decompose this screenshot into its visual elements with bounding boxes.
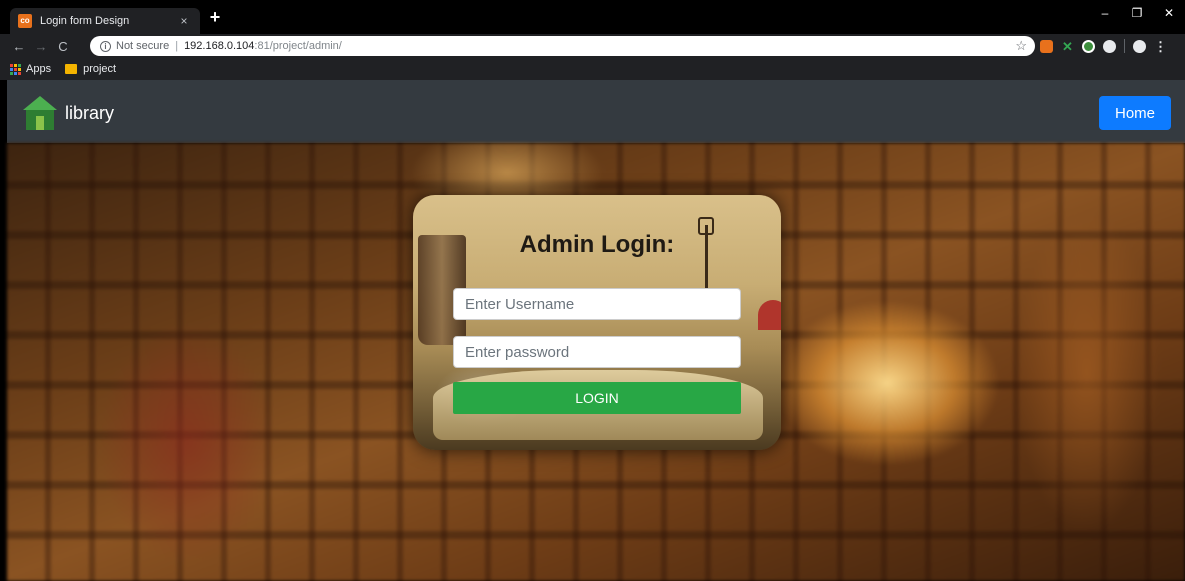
password-input[interactable] xyxy=(453,336,741,368)
bookmark-project[interactable]: project xyxy=(83,63,116,75)
apps-grid-icon[interactable] xyxy=(10,63,21,75)
restore-button[interactable]: ❐ xyxy=(1121,0,1153,26)
brand-name: library xyxy=(65,102,115,123)
extension-globe-icon[interactable] xyxy=(1082,39,1095,53)
info-icon[interactable]: i xyxy=(100,40,111,52)
brand-link[interactable]: library xyxy=(23,96,114,130)
url-path: :81/project/admin/ xyxy=(254,40,342,52)
url-host: 192.168.0.104 xyxy=(184,40,255,52)
address-bar[interactable]: i Not secure | 192.168.0.104:81/project/… xyxy=(90,36,1035,56)
extension-circle-icon[interactable] xyxy=(1103,39,1116,53)
site-navbar: library Home xyxy=(7,80,1185,143)
back-button[interactable]: ← xyxy=(8,39,30,54)
page-content: library Home Admin Login: LOGIN xyxy=(0,80,1185,581)
bookmark-apps[interactable]: Apps xyxy=(26,63,51,75)
tab-title: Login form Design xyxy=(40,15,130,27)
login-card: Admin Login: LOGIN xyxy=(413,195,781,450)
browser-toolbar: ← → C i Not secure | 192.168.0.104:81/pr… xyxy=(0,34,1185,58)
new-tab-button[interactable]: + xyxy=(206,7,224,28)
profile-avatar-icon[interactable] xyxy=(1133,39,1146,53)
bookmark-star-icon[interactable]: ☆ xyxy=(1015,38,1027,54)
extension-x-icon[interactable]: ✕ xyxy=(1061,40,1074,53)
toolbar-divider xyxy=(1124,39,1125,53)
bookmarks-bar: Apps project xyxy=(0,58,1185,80)
username-input[interactable] xyxy=(453,288,741,320)
browser-tab[interactable]: co Login form Design × xyxy=(10,8,200,34)
house-logo-icon xyxy=(23,96,57,130)
extensions-area: ✕ ⋮ xyxy=(1040,34,1167,58)
reload-button[interactable]: C xyxy=(52,39,74,54)
security-status: Not secure xyxy=(116,40,170,52)
login-button[interactable]: LOGIN xyxy=(453,382,741,414)
tab-close-icon[interactable]: × xyxy=(176,14,192,28)
folder-icon xyxy=(65,64,78,74)
login-title: Admin Login: xyxy=(519,231,675,258)
page-left-edge xyxy=(0,143,7,581)
home-button[interactable]: Home xyxy=(1099,96,1171,130)
card-illustration-umbrella xyxy=(758,300,781,330)
window-controls: – ❐ ✕ xyxy=(1089,0,1185,26)
forward-button[interactable]: → xyxy=(30,39,52,54)
browser-tabstrip: co Login form Design × + – ❐ ✕ xyxy=(0,0,1185,34)
extension-orange-icon[interactable] xyxy=(1040,39,1053,53)
site-favicon-icon: co xyxy=(18,14,32,28)
address-separator: | xyxy=(175,40,179,52)
browser-menu-icon[interactable]: ⋮ xyxy=(1154,40,1167,53)
close-window-button[interactable]: ✕ xyxy=(1153,0,1185,26)
minimize-button[interactable]: – xyxy=(1089,0,1121,26)
